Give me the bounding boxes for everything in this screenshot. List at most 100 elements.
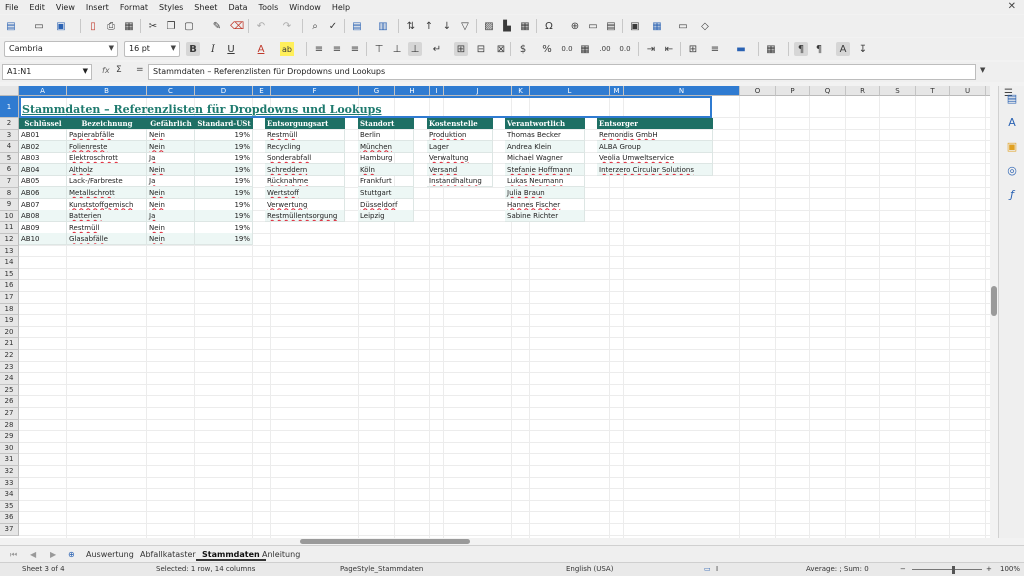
table-cell[interactable]: 19% bbox=[195, 175, 253, 188]
increase-indent-icon[interactable]: ⇥ bbox=[644, 42, 658, 56]
table-cell[interactable]: Köln bbox=[358, 163, 414, 176]
table-cell[interactable]: Interzero Circular Solutions bbox=[597, 163, 713, 176]
row-header[interactable]: 33 bbox=[0, 477, 19, 490]
clear-formatting-icon[interactable]: ⌫ bbox=[230, 19, 244, 33]
properties-icon[interactable]: ▤ bbox=[1004, 92, 1020, 108]
close-document-icon[interactable]: ✕ bbox=[1008, 1, 1016, 12]
column-header[interactable]: Q bbox=[810, 86, 846, 96]
conditional-format-icon[interactable]: ▦ bbox=[764, 42, 778, 56]
table-cell[interactable]: Restmüllentsorgung bbox=[265, 210, 345, 223]
gallery-icon[interactable]: ▣ bbox=[1004, 140, 1020, 156]
pivot-table-icon[interactable]: ▦ bbox=[518, 19, 532, 33]
borders-icon[interactable]: ⊞ bbox=[686, 42, 700, 56]
row-header[interactable]: 32 bbox=[0, 466, 19, 478]
menu-file[interactable]: File bbox=[0, 3, 24, 12]
table-cell[interactable]: Nein bbox=[147, 198, 195, 211]
row-icon[interactable]: ▤ bbox=[350, 19, 364, 33]
menu-tools[interactable]: Tools bbox=[254, 3, 285, 12]
menu-insert[interactable]: Insert bbox=[81, 3, 115, 12]
table-header[interactable]: Gefährlich bbox=[147, 118, 195, 129]
table-cell[interactable]: Rücknahme bbox=[265, 175, 345, 188]
menu-help[interactable]: Help bbox=[327, 3, 356, 12]
table-cell[interactable]: Instandhaltung bbox=[427, 175, 493, 188]
row-header[interactable]: 21 bbox=[0, 338, 19, 350]
sort-ascending-icon[interactable]: ↑ bbox=[422, 19, 436, 33]
column-header[interactable]: C bbox=[147, 86, 195, 96]
row-header[interactable]: 30 bbox=[0, 442, 19, 455]
column-header[interactable]: T bbox=[916, 86, 950, 96]
row-header[interactable]: 24 bbox=[0, 373, 19, 385]
border-style-icon[interactable]: ≡ bbox=[708, 42, 722, 56]
table-cell[interactable]: 19% bbox=[195, 187, 253, 199]
text-horizontal-icon[interactable]: A bbox=[836, 42, 850, 56]
currency-button[interactable]: $ bbox=[516, 42, 530, 56]
copy-icon[interactable]: ❐ bbox=[164, 19, 178, 33]
sheet-title[interactable]: Stammdaten – Referenzlisten für Dropdown… bbox=[19, 96, 712, 118]
number-format-button[interactable]: 0.0 bbox=[560, 42, 574, 56]
add-sheet-icon[interactable]: ⊕ bbox=[62, 548, 81, 561]
column-header[interactable]: J bbox=[444, 86, 512, 96]
column-header[interactable]: N bbox=[624, 86, 740, 96]
add-decimal-button[interactable]: .00 bbox=[598, 42, 612, 56]
image-icon[interactable]: ▨ bbox=[482, 19, 496, 33]
table-cell[interactable]: Kunststoffgemisch bbox=[67, 198, 147, 211]
table-cell[interactable]: Remondis GmbH bbox=[597, 129, 713, 141]
table-cell[interactable]: Leipzig bbox=[358, 210, 414, 223]
font-name-box[interactable]: Cambria ▼ bbox=[4, 41, 118, 57]
table-cell[interactable]: Andrea Klein bbox=[505, 140, 585, 153]
row-header[interactable]: 37 bbox=[0, 524, 19, 536]
table-cell[interactable]: Versand bbox=[427, 163, 493, 176]
table-cell[interactable]: 19% bbox=[195, 152, 253, 165]
row-header[interactable]: 26 bbox=[0, 396, 19, 408]
print-preview-icon[interactable]: ▦ bbox=[122, 19, 136, 33]
clone-formatting-icon[interactable]: ✎ bbox=[210, 19, 224, 33]
table-cell[interactable]: 19% bbox=[195, 198, 253, 211]
special-character-icon[interactable]: Ω bbox=[542, 19, 556, 33]
status-language[interactable]: English (USA) bbox=[566, 565, 613, 573]
sort-descending-icon[interactable]: ↓ bbox=[440, 19, 454, 33]
tab-auswertung[interactable]: Auswertung bbox=[80, 548, 140, 561]
border-color-icon[interactable]: ▬ bbox=[734, 42, 748, 56]
menu-sheet[interactable]: Sheet bbox=[189, 3, 223, 12]
table-cell[interactable]: Hamburg bbox=[358, 152, 414, 165]
name-box[interactable]: A1:N1 ▼ bbox=[2, 64, 92, 80]
row-header[interactable]: 36 bbox=[0, 512, 19, 524]
row-header[interactable]: 31 bbox=[0, 454, 19, 466]
row-header[interactable]: 22 bbox=[0, 350, 19, 362]
table-cell[interactable]: AB04 bbox=[19, 163, 67, 176]
row-header[interactable]: 6 bbox=[0, 164, 19, 176]
percent-button[interactable]: % bbox=[540, 42, 554, 56]
column-header[interactable]: F bbox=[271, 86, 359, 96]
zoom-in-icon[interactable]: + bbox=[986, 565, 992, 573]
table-cell[interactable]: Frankfurt bbox=[358, 175, 414, 188]
row-header[interactable]: 34 bbox=[0, 489, 19, 501]
table-cell[interactable]: Verwaltung bbox=[427, 152, 493, 165]
split-window-icon[interactable]: ▭ bbox=[676, 19, 690, 33]
table-cell[interactable]: Nein bbox=[147, 233, 195, 246]
tab-anleitung[interactable]: Anleitung bbox=[256, 548, 306, 561]
row-header[interactable]: 14 bbox=[0, 257, 19, 269]
table-cell[interactable]: Hannes Fischer bbox=[505, 198, 585, 211]
column-header[interactable]: O bbox=[740, 86, 776, 96]
table-cell[interactable]: Thomas Becker bbox=[505, 129, 585, 141]
font-color-button[interactable]: A bbox=[254, 42, 268, 56]
column-header[interactable]: B bbox=[67, 86, 147, 96]
table-header[interactable]: Bezeichnung bbox=[67, 118, 147, 129]
open-folder-icon[interactable]: ▭ bbox=[32, 19, 46, 33]
table-cell[interactable]: AB02 bbox=[19, 140, 67, 153]
table-cell[interactable]: ALBA Group bbox=[597, 140, 713, 153]
chart-icon[interactable]: ▙ bbox=[500, 19, 514, 33]
hyperlink-icon[interactable]: ⊕ bbox=[568, 19, 582, 33]
status-zoom[interactable]: 100% bbox=[1000, 565, 1020, 573]
align-left-icon[interactable]: ≡ bbox=[312, 42, 326, 56]
table-cell[interactable]: AB03 bbox=[19, 152, 67, 165]
table-cell[interactable]: Michael Wagner bbox=[505, 152, 585, 165]
delete-decimal-button[interactable]: 0.0 bbox=[618, 42, 632, 56]
table-cell[interactable]: Lack-/Farbreste bbox=[67, 175, 147, 188]
table-cell[interactable]: 19% bbox=[195, 233, 253, 246]
zoom-out-icon[interactable]: − bbox=[900, 565, 906, 573]
underline-button[interactable]: U bbox=[224, 42, 238, 56]
table-header[interactable]: Standort bbox=[358, 118, 414, 129]
row-header[interactable]: 19 bbox=[0, 315, 19, 327]
table-cell[interactable]: Lager bbox=[427, 140, 493, 153]
